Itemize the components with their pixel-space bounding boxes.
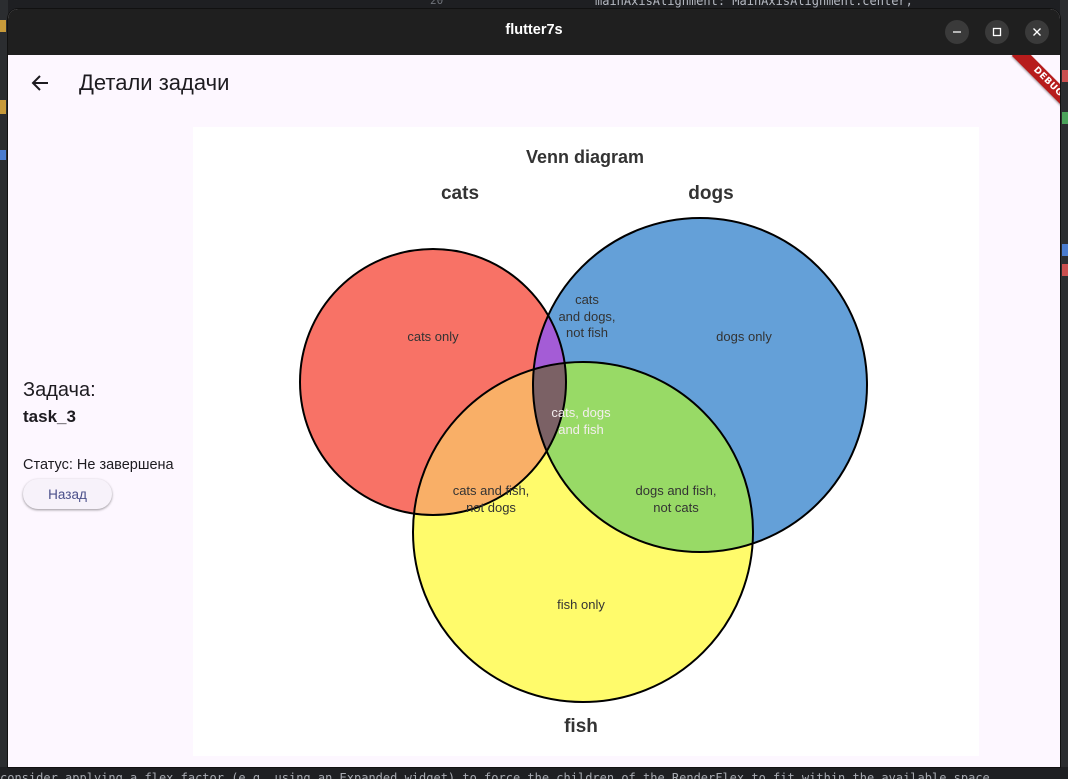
region-label-cats-dogs: cats (575, 292, 599, 307)
debug-banner: DEBUG (1000, 55, 1060, 115)
gutter-marker (1062, 264, 1068, 276)
arrow-back-icon (31, 75, 48, 91)
region-label-dogs-fish: dogs and fish, (636, 483, 717, 498)
region-label-dogs-only: dogs only (716, 329, 772, 344)
region-label-all: cats, dogs (551, 405, 611, 420)
region-label-fish-only: fish only (557, 597, 605, 612)
app-bar: Детали задачи (8, 55, 1060, 111)
editor-code-top: 20 mainAxisAlignment: MainAxisAlignment.… (8, 0, 1060, 9)
region-label-cats-dogs: and dogs, (558, 309, 615, 324)
gutter-marker (0, 20, 6, 32)
editor-gutter-left (0, 0, 8, 779)
task-status: Статус: Не завершена (23, 457, 174, 473)
task-label: Задача: (23, 379, 96, 401)
gutter-marker (1062, 70, 1068, 82)
window-title: flutter7s (505, 22, 563, 38)
venn-title: Venn diagram (526, 147, 644, 167)
maximize-icon (992, 27, 1002, 37)
line-number: 20 (430, 0, 444, 7)
gutter-marker (0, 150, 6, 160)
back-button[interactable]: Назад (23, 479, 112, 509)
app-window: flutter7s Детали задачи DEBUG Задача: ta… (8, 9, 1060, 767)
region-label-all: and fish (558, 422, 604, 437)
region-label-cats-fish: cats and fish, (453, 483, 530, 498)
close-button[interactable] (1025, 20, 1049, 44)
close-icon (1033, 28, 1041, 36)
code-line: mainAxisAlignment: MainAxisAlignment.cen… (595, 0, 913, 8)
venn-diagram: Venn diagram cats dogs fish cats only do… (299, 147, 868, 737)
region-label-cats-dogs: not fish (566, 325, 608, 340)
region-label-dogs-fish: not cats (653, 500, 699, 515)
region-label-cats-fish: not dogs (466, 500, 516, 515)
maximize-button[interactable] (985, 20, 1009, 44)
debug-banner-label: DEBUG (1011, 55, 1060, 115)
editor-code-bottom: consider applying a flex factor (e.g. us… (0, 767, 1068, 779)
set-label-fish: fish (564, 716, 598, 737)
gutter-marker (1062, 112, 1068, 124)
venn-diagram-image: Venn diagram cats dogs fish cats only do… (193, 127, 979, 756)
set-label-dogs: dogs (688, 183, 733, 204)
minimize-icon (953, 31, 961, 33)
region-label-cats-only: cats only (407, 329, 459, 344)
set-label-cats: cats (441, 183, 479, 204)
back-nav-button[interactable] (20, 63, 60, 103)
window-titlebar[interactable]: flutter7s (8, 9, 1060, 55)
gutter-marker (1062, 244, 1068, 256)
task-id: task_3 (23, 407, 76, 426)
minimize-button[interactable] (945, 20, 969, 44)
gutter-marker (0, 100, 6, 114)
code-line: consider applying a flex factor (e.g. us… (0, 771, 990, 779)
editor-gutter-right (1060, 0, 1068, 779)
page-title: Детали задачи (79, 70, 230, 95)
